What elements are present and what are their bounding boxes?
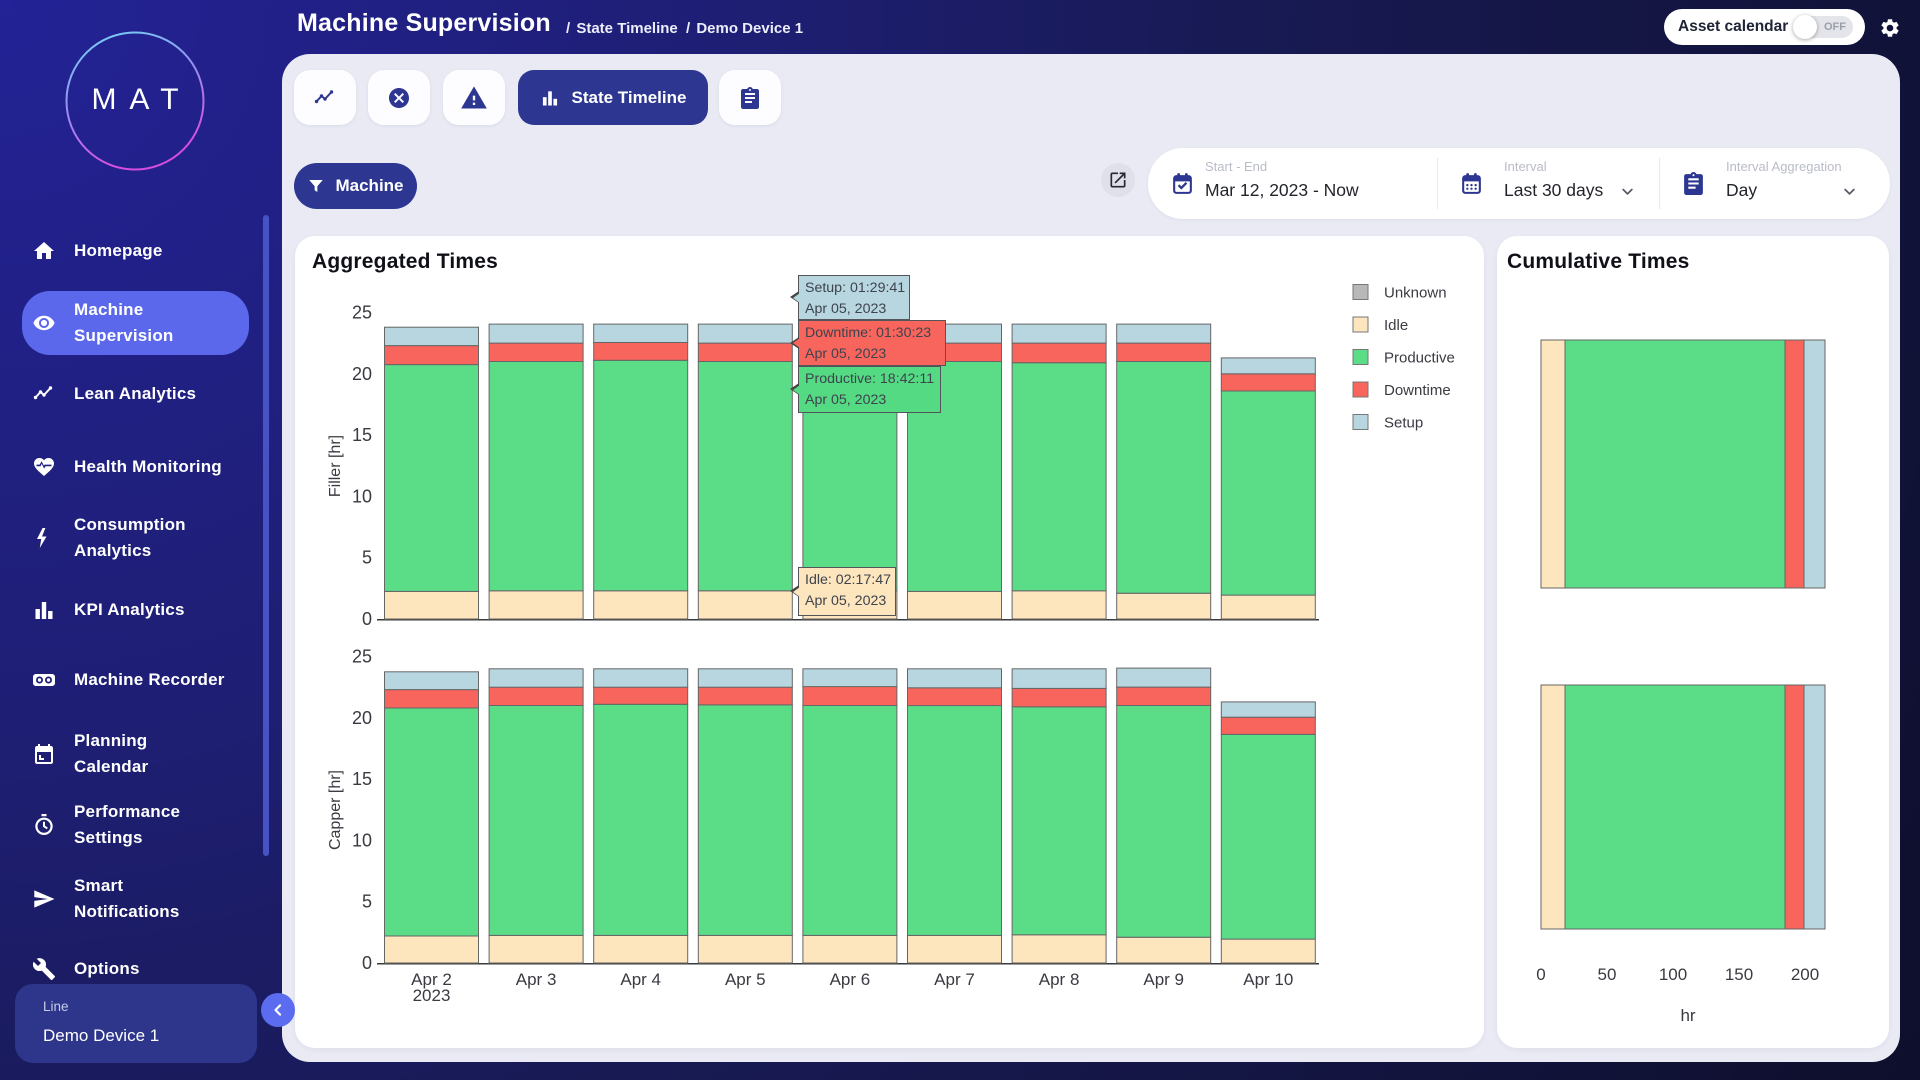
svg-text:Setup: Setup (1384, 415, 1423, 432)
svg-text:Apr 4: Apr 4 (620, 970, 661, 989)
svg-text:Capper [hr]: Capper [hr] (327, 770, 344, 850)
svg-text:200: 200 (1791, 965, 1819, 984)
svg-text:Idle: Idle (1384, 317, 1408, 334)
svg-text:5: 5 (362, 548, 372, 568)
svg-text:150: 150 (1725, 965, 1753, 984)
svg-text:Apr 5: Apr 5 (725, 970, 766, 989)
svg-text:2023: 2023 (413, 986, 451, 1005)
svg-text:Filler [hr]: Filler [hr] (327, 435, 344, 497)
svg-text:Apr 9: Apr 9 (1143, 970, 1184, 989)
svg-text:hr: hr (1680, 1006, 1695, 1025)
svg-text:5: 5 (362, 892, 372, 912)
svg-text:Productive: Productive (1384, 350, 1455, 367)
svg-text:10: 10 (352, 830, 372, 850)
svg-text:25: 25 (352, 647, 372, 667)
svg-text:10: 10 (352, 486, 372, 506)
svg-text:100: 100 (1659, 965, 1687, 984)
svg-text:Apr 6: Apr 6 (830, 970, 871, 989)
svg-text:0: 0 (362, 609, 372, 629)
svg-text:25: 25 (352, 303, 372, 323)
svg-text:Apr 7: Apr 7 (934, 970, 975, 989)
svg-text:0: 0 (1536, 965, 1545, 984)
svg-text:Apr 3: Apr 3 (516, 970, 557, 989)
svg-text:15: 15 (352, 425, 372, 445)
svg-text:50: 50 (1598, 965, 1617, 984)
svg-text:Unknown: Unknown (1384, 285, 1447, 302)
svg-text:0: 0 (362, 953, 372, 973)
svg-text:Apr 8: Apr 8 (1039, 970, 1080, 989)
svg-text:Downtime: Downtime (1384, 382, 1451, 399)
svg-text:15: 15 (352, 769, 372, 789)
svg-text:20: 20 (352, 364, 372, 384)
svg-text:Apr 10: Apr 10 (1243, 970, 1293, 989)
svg-text:20: 20 (352, 708, 372, 728)
